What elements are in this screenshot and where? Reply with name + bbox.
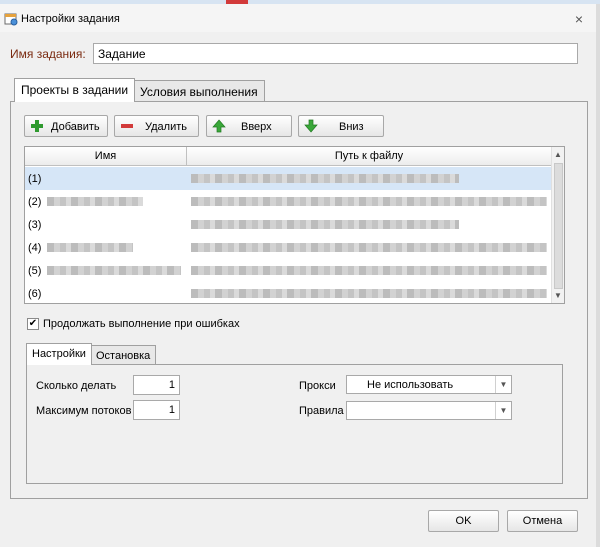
scroll-up-icon[interactable]: ▲ xyxy=(554,150,562,159)
row-number: (2) xyxy=(28,196,42,208)
arrow-down-icon xyxy=(304,119,318,133)
blurred-path xyxy=(191,289,547,298)
blurred-name xyxy=(47,266,181,275)
settings-app-icon xyxy=(4,13,18,26)
window-edge xyxy=(596,4,600,547)
rules-select[interactable]: ▼ xyxy=(346,401,512,420)
how-many-input[interactable] xyxy=(133,375,180,395)
max-threads-label: Максимум потоков xyxy=(36,405,132,417)
grid-scrollbar[interactable]: ▲ ▼ xyxy=(551,147,564,303)
how-many-label: Сколько делать xyxy=(36,380,117,392)
ok-button[interactable]: OK xyxy=(428,510,499,532)
row-number: (1) xyxy=(28,173,42,185)
title-bar: Настройки задания × xyxy=(0,4,600,32)
tab-settings-label: Настройки xyxy=(32,348,86,360)
grid-header: Имя Путь к файлу xyxy=(25,147,551,166)
move-up-button-label: Вверх xyxy=(241,121,272,133)
blurred-name xyxy=(47,197,143,206)
add-button[interactable]: Добавить xyxy=(24,115,108,137)
window-title: Настройки задания xyxy=(21,13,120,25)
row-number: (6) xyxy=(28,288,42,300)
move-up-button[interactable]: Вверх xyxy=(206,115,292,137)
delete-button-label: Удалить xyxy=(145,121,187,133)
continue-on-errors-checkbox[interactable]: ✔ xyxy=(27,318,39,330)
move-down-button[interactable]: Вниз xyxy=(298,115,384,137)
tab-stop-label: Остановка xyxy=(96,350,151,362)
move-down-button-label: Вниз xyxy=(339,121,364,133)
task-name-label: Имя задания: xyxy=(10,47,86,61)
tab-projects-label: Проекты в задании xyxy=(21,83,129,97)
continue-on-errors-label: Продолжать выполнение при ошибках xyxy=(43,318,240,330)
column-header-name[interactable]: Имя xyxy=(25,147,187,166)
table-row[interactable]: (5) xyxy=(25,259,551,282)
delete-button[interactable]: Удалить xyxy=(114,115,199,137)
task-name-input[interactable] xyxy=(93,43,578,64)
proxy-select-value: Не использовать xyxy=(367,379,454,391)
close-icon[interactable]: × xyxy=(572,12,586,26)
blurred-path xyxy=(191,243,547,252)
table-row[interactable]: (4) xyxy=(25,236,551,259)
proxy-select[interactable]: Не использовать ▼ xyxy=(346,375,512,394)
tab-projects[interactable]: Проекты в задании xyxy=(14,78,136,102)
tab-conditions[interactable]: Условия выполнения xyxy=(133,80,265,102)
table-row[interactable]: (6) xyxy=(25,282,551,303)
arrow-up-icon xyxy=(212,119,226,133)
table-row[interactable]: (1) xyxy=(25,167,551,190)
row-number: (3) xyxy=(28,219,42,231)
tab-stop[interactable]: Остановка xyxy=(90,345,157,365)
chevron-down-icon[interactable]: ▼ xyxy=(495,402,511,419)
blurred-path xyxy=(191,266,547,275)
blurred-path xyxy=(191,220,459,229)
blurred-path xyxy=(191,197,547,206)
rules-label: Правила xyxy=(299,405,344,417)
max-threads-input[interactable] xyxy=(133,400,180,420)
column-header-path[interactable]: Путь к файлу xyxy=(187,147,551,166)
tab-settings[interactable]: Настройки xyxy=(26,343,92,365)
scroll-thumb[interactable] xyxy=(554,163,563,289)
chevron-down-icon[interactable]: ▼ xyxy=(495,376,511,393)
row-number: (4) xyxy=(28,242,42,254)
blurred-path xyxy=(191,174,459,183)
tab-conditions-label: Условия выполнения xyxy=(140,85,258,99)
row-number: (5) xyxy=(28,265,42,277)
minus-icon xyxy=(121,124,133,128)
table-row[interactable]: (2) xyxy=(25,190,551,213)
table-row[interactable]: (3) xyxy=(25,213,551,236)
blurred-name xyxy=(47,243,133,252)
projects-grid: Имя Путь к файлу (1) (2) (3) (4) (5) (6)… xyxy=(24,146,565,304)
cancel-button[interactable]: Отмена xyxy=(507,510,578,532)
plus-icon xyxy=(31,120,43,132)
add-button-label: Добавить xyxy=(51,121,100,133)
scroll-down-icon[interactable]: ▼ xyxy=(554,291,562,300)
proxy-label: Прокси xyxy=(299,380,336,392)
